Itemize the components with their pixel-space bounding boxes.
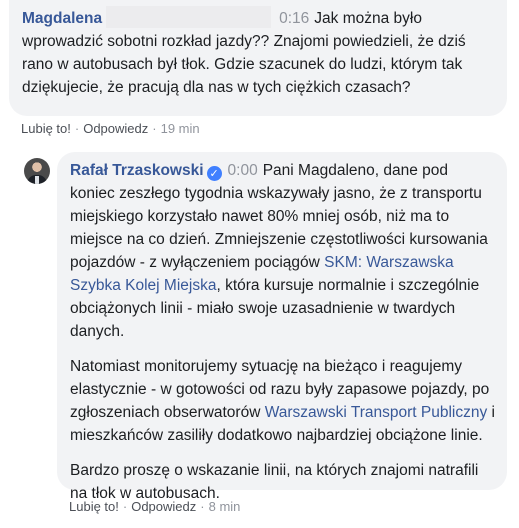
reply-author-name[interactable]: Rafał Trzaskowski [70, 162, 204, 179]
reply-paragraph-1: Rafał Trzaskowski ✓ 0:00 Pani Magdaleno, da… [70, 159, 495, 343]
verified-badge-icon: ✓ [206, 166, 222, 181]
reply-button[interactable]: Odpowiedz [83, 121, 148, 136]
comment-timestamp[interactable]: 0:16 [279, 10, 309, 27]
separator-dot: · [122, 499, 128, 514]
reply-bubble: Rafał Trzaskowski ✓ 0:00 Pani Magdaleno, da… [57, 152, 507, 502]
reply-timestamp[interactable]: 0:00 [228, 162, 258, 179]
like-button[interactable]: Lubię to! [21, 121, 71, 136]
like-button[interactable]: Lubię to! [69, 499, 119, 514]
reply-actions: Lubię to! · Odpowiedz · 8 min [69, 499, 240, 514]
reply-button[interactable]: Odpowiedz [131, 499, 196, 514]
separator-dot: · [152, 121, 157, 136]
comment-thread: Magdalena 0:16 Jak można było wprowadzić s… [0, 0, 519, 528]
separator-dot: · [74, 121, 80, 136]
reply-age[interactable]: 8 min [209, 499, 241, 514]
comment-bubble: Magdalena 0:16 Jak można było wprowadzić s… [9, 0, 507, 116]
comment-actions: Lubię to! · Odpowiedz · 19 min [21, 121, 200, 136]
comment-author-name[interactable]: Magdalena [22, 10, 102, 27]
separator-dot: · [200, 499, 205, 514]
avatar[interactable] [24, 158, 50, 184]
avatar-shirt [35, 176, 39, 184]
redacted-area [106, 6, 272, 28]
wtp-page-link[interactable]: Warszawski Transport Publiczny [265, 404, 488, 421]
comment-age[interactable]: 19 min [161, 121, 200, 136]
reply-paragraph-2: Natomiast monitorujemy sytuację na bieżą… [70, 355, 495, 447]
